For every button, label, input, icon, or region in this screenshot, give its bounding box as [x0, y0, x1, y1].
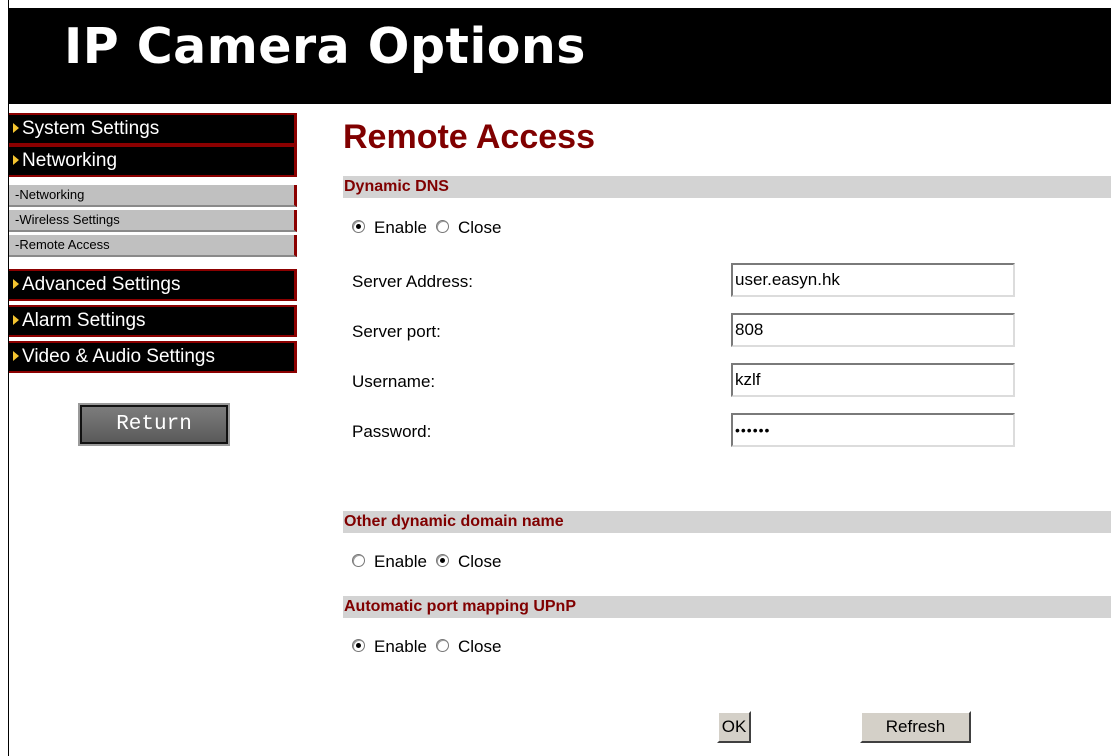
section-header-upnp: Automatic port mapping UPnP: [343, 596, 1111, 618]
radio-label: Close: [457, 637, 502, 656]
section-header-dynamic-dns: Dynamic DNS: [343, 176, 1111, 198]
arrow-right-icon: [13, 279, 19, 289]
username-label: Username:: [352, 372, 436, 391]
upnp-enable-radio[interactable]: [352, 639, 365, 652]
sidebar-subitem-label: -Wireless Settings: [15, 212, 120, 227]
server-port-label: Server port:: [352, 322, 441, 341]
ddns-enable-radio[interactable]: [352, 220, 365, 233]
sidebar-item-label: Video & Audio Settings: [22, 346, 215, 367]
sidebar-item-label: Alarm Settings: [22, 310, 146, 331]
username-input[interactable]: [731, 363, 1015, 397]
header-banner: IP Camera Options: [8, 8, 1111, 104]
page-title: Remote Access: [343, 118, 595, 156]
arrow-right-icon: [13, 351, 19, 361]
radio-label: Enable: [374, 552, 427, 571]
sidebar-item-networking[interactable]: Networking: [9, 145, 297, 177]
app-title: IP Camera Options: [64, 18, 586, 75]
radio-label: Enable: [374, 218, 427, 237]
sidebar-subitem-label: -Remote Access: [15, 237, 110, 252]
sidebar-item-video-audio-settings[interactable]: Video & Audio Settings: [9, 341, 297, 373]
password-label: Password:: [352, 422, 432, 441]
password-input[interactable]: [731, 413, 1015, 447]
sidebar-subitem-networking[interactable]: -Networking: [9, 185, 297, 207]
other-ddns-radio-group: Enable Close: [352, 552, 510, 576]
sidebar-item-system-settings[interactable]: System Settings: [9, 113, 297, 145]
ddns-radio-group: Enable Close: [352, 218, 510, 242]
server-address-label: Server Address:: [352, 272, 473, 291]
section-header-other-ddns: Other dynamic domain name: [343, 511, 1111, 533]
radio-label: Enable: [374, 637, 427, 656]
sidebar-item-label: System Settings: [22, 118, 160, 139]
sidebar-subitem-label: -Networking: [15, 187, 85, 202]
server-port-input[interactable]: [731, 313, 1015, 347]
sidebar-item-label: Networking: [22, 150, 118, 171]
sidebar-subitem-wireless-settings[interactable]: -Wireless Settings: [9, 210, 297, 232]
other-ddns-close-radio[interactable]: [435, 554, 449, 567]
radio-label: Close: [457, 218, 502, 237]
upnp-close-radio[interactable]: [435, 639, 449, 652]
sidebar-item-advanced-settings[interactable]: Advanced Settings: [9, 269, 297, 301]
sidebar-item-label: Advanced Settings: [22, 274, 181, 295]
sidebar-item-alarm-settings[interactable]: Alarm Settings: [9, 305, 297, 337]
server-address-input[interactable]: [731, 263, 1015, 297]
arrow-right-icon: [13, 315, 19, 325]
upnp-radio-group: Enable Close: [352, 637, 510, 661]
radio-label: Close: [457, 552, 502, 571]
arrow-right-icon: [13, 155, 19, 165]
return-button[interactable]: Return: [78, 403, 230, 446]
refresh-button[interactable]: Refresh: [860, 711, 971, 743]
other-ddns-enable-radio[interactable]: [352, 554, 365, 567]
ddns-close-radio[interactable]: [435, 220, 449, 233]
ok-button[interactable]: OK: [717, 711, 751, 743]
arrow-right-icon: [13, 123, 19, 133]
sidebar-subitem-remote-access[interactable]: -Remote Access: [9, 235, 297, 257]
